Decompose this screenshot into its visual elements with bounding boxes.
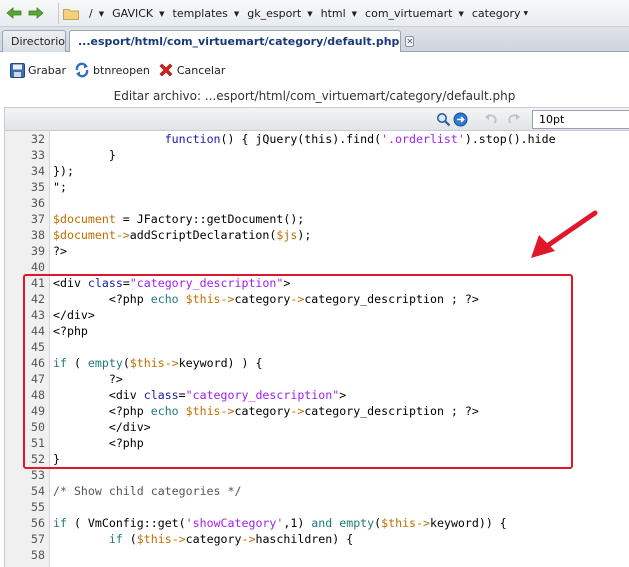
code-text[interactable]: $document = JFactory::getDocument(); [53,211,304,227]
line-number: 37 [31,212,45,226]
editor-toolbar: 10pt [4,107,629,131]
tab-bar: Directorio ...esport/html/com_virtuemart… [0,27,629,52]
refresh-icon [75,62,89,78]
line-number: 58 [31,548,45,562]
save-button[interactable]: Grabar [10,62,66,78]
back-arrow-icon[interactable] [6,6,22,20]
tab-directory[interactable]: Directorio [2,30,66,52]
line-number: 57 [31,532,45,546]
code-line[interactable]: 57 if ($this->category->haschildren) { [5,531,629,547]
line-number: 34 [31,164,45,178]
breadcrumb-item[interactable]: category ▼ [468,7,532,20]
line-number: 32 [31,132,45,146]
code-text[interactable]: $document->addScriptDeclaration($js); [53,227,311,243]
search-icon[interactable] [436,112,451,127]
close-icon[interactable]: ✕ [405,36,415,47]
chevron-down-icon[interactable]: ▼ [458,10,463,18]
chevron-down-icon[interactable]: ▼ [352,10,357,18]
breadcrumb-item[interactable]: com_virtuemart ▼ [361,7,468,20]
floppy-disk-icon [10,62,25,78]
folder-icon [63,8,79,20]
code-line[interactable]: 34}); [5,163,629,179]
line-number: 40 [31,260,45,274]
code-line[interactable]: 33 } [5,147,629,163]
line-number: 53 [31,468,45,482]
breadcrumb: / ▼ GAVICK ▼ templates ▼ gk_esport ▼ html ▼ c… [58,3,629,24]
line-number: 54 [31,484,45,498]
chevron-down-icon[interactable]: ▼ [99,10,104,18]
breadcrumb-bar: / ▼ GAVICK ▼ templates ▼ gk_esport ▼ html ▼ c… [0,0,629,27]
undo-icon[interactable] [483,112,498,127]
code-line[interactable]: 58 [5,547,629,563]
breadcrumb-item[interactable]: templates ▼ [169,7,244,20]
code-line[interactable]: 56 if ( VmConfig::get('showCategory',1) a… [5,515,629,531]
code-line[interactable]: 35 "; [5,179,629,195]
file-title: Editar archivo: ...esport/html/com_virtu… [0,88,629,104]
line-number: 38 [31,228,45,242]
code-text[interactable]: ?> [53,243,67,259]
code-line[interactable]: 32 function() { jQuery(this).find('.orde… [5,131,629,147]
tab-file[interactable]: ...esport/html/com_virtuemart/category/d… [69,30,415,52]
line-number: 39 [31,244,45,258]
code-text[interactable]: } [53,147,116,163]
chevron-down-icon[interactable]: ▼ [159,10,164,18]
redo-icon[interactable] [507,112,522,127]
code-text[interactable]: if ( VmConfig::get('showCategory',1) and… [53,515,507,531]
cancel-x-icon [159,63,173,77]
code-text[interactable]: function() { jQuery(this).find('.orderli… [53,131,556,147]
cancel-button[interactable]: Cancelar [158,62,225,78]
code-line[interactable]: 55 [5,499,629,515]
chevron-down-icon[interactable]: ▼ [524,10,529,17]
line-number: 33 [31,148,45,162]
code-text[interactable]: /* Show child categories */ [53,483,241,499]
breadcrumb-root[interactable]: / ▼ [85,7,108,20]
code-text[interactable]: "; [53,179,67,195]
toolbar: Grabar btnreopen Cancelar [0,52,629,88]
reopen-button[interactable]: btnreopen [74,62,150,78]
chevron-down-icon[interactable]: ▼ [307,10,312,18]
highlight-box [23,274,573,469]
goto-line-icon[interactable] [453,112,468,127]
red-arrow-annotation [531,210,598,258]
line-number: 36 [31,196,45,210]
code-line[interactable]: 53 [5,467,629,483]
font-size-select[interactable]: 10pt [532,110,629,129]
line-number: 35 [31,180,45,194]
breadcrumb-item[interactable]: GAVICK ▼ [108,7,168,20]
code-text[interactable]: if ($this->category->haschildren) { [53,531,353,547]
line-number: 55 [31,500,45,514]
breadcrumb-item[interactable]: html ▼ [317,7,361,20]
code-line[interactable]: 54 /* Show child categories */ [5,483,629,499]
chevron-down-icon[interactable]: ▼ [234,10,239,18]
code-text[interactable]: }); [53,163,74,179]
line-number: 56 [31,516,45,530]
forward-arrow-icon[interactable] [28,6,44,20]
breadcrumb-item[interactable]: gk_esport ▼ [243,7,316,20]
